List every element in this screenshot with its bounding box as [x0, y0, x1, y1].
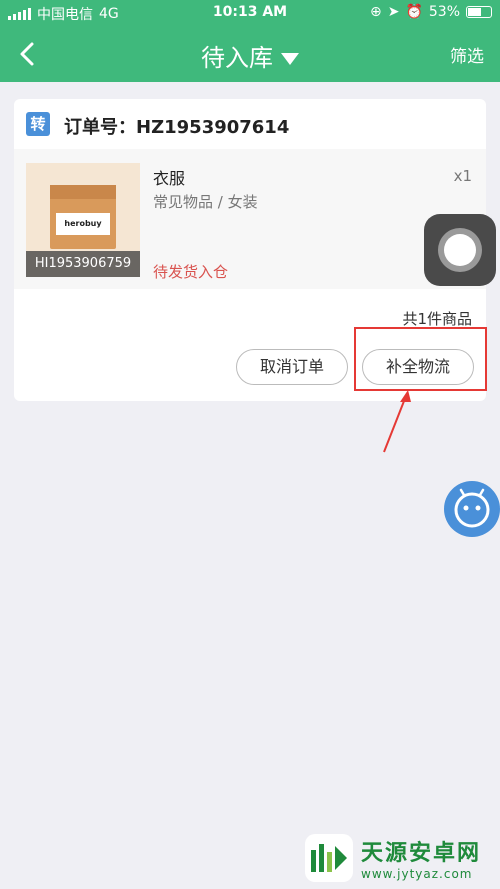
lock-rotation-icon: ⊕ [369, 4, 382, 20]
watermark-logo-icon [305, 834, 353, 882]
watermark-url: www.jytyaz.com [361, 867, 473, 881]
order-number: 订单号：HZ1953907614 [64, 117, 290, 138]
alarm-icon: ⏰ [405, 4, 423, 20]
item-thumbnail: herobuy HI1953906759 [26, 163, 140, 277]
status-bar: 中国电信 4G 10:13 AM ⊕ ➤ ⏰ 53% [0, 0, 500, 26]
assistive-touch-button[interactable] [424, 214, 496, 286]
order-item[interactable]: herobuy HI1953906759 衣服 常见物品 / 女装 待发货入仓 … [14, 149, 486, 289]
filter-button[interactable]: 筛选 [450, 42, 484, 67]
annotation-highlight [354, 327, 487, 391]
item-category: 常见物品 / 女装 [153, 193, 258, 211]
item-status: 待发货入仓 [153, 263, 229, 281]
item-quantity: x1 [453, 167, 472, 185]
page-title: 待入库 [201, 44, 273, 72]
robot-face-icon [454, 488, 490, 528]
watermark-title: 天源安卓网 [361, 841, 482, 866]
annotation-arrow-icon [383, 390, 411, 453]
cancel-order-button[interactable]: 取消订单 [236, 349, 348, 385]
item-code: HI1953906759 [26, 251, 140, 277]
item-name: 衣服 [153, 169, 186, 188]
caret-down-icon [281, 53, 299, 65]
status-right: ⊕ ➤ ⏰ 53% [370, 4, 492, 20]
battery-percent: 53% [428, 4, 460, 20]
watermark: 天源安卓网 www.jytyaz.com [305, 833, 481, 883]
chat-bot-button[interactable] [444, 481, 500, 537]
order-total: 共1件商品 [402, 310, 472, 328]
package-label: herobuy [56, 213, 110, 235]
package-box-icon: herobuy [50, 185, 116, 249]
location-icon: ➤ [387, 4, 400, 20]
page-title-dropdown[interactable]: 待入库 [0, 38, 500, 73]
battery-icon [466, 6, 492, 18]
order-header: 转 订单号：HZ1953907614 [14, 99, 486, 149]
nav-bar: 待入库 筛选 [0, 26, 500, 82]
transfer-badge: 转 [26, 112, 50, 136]
